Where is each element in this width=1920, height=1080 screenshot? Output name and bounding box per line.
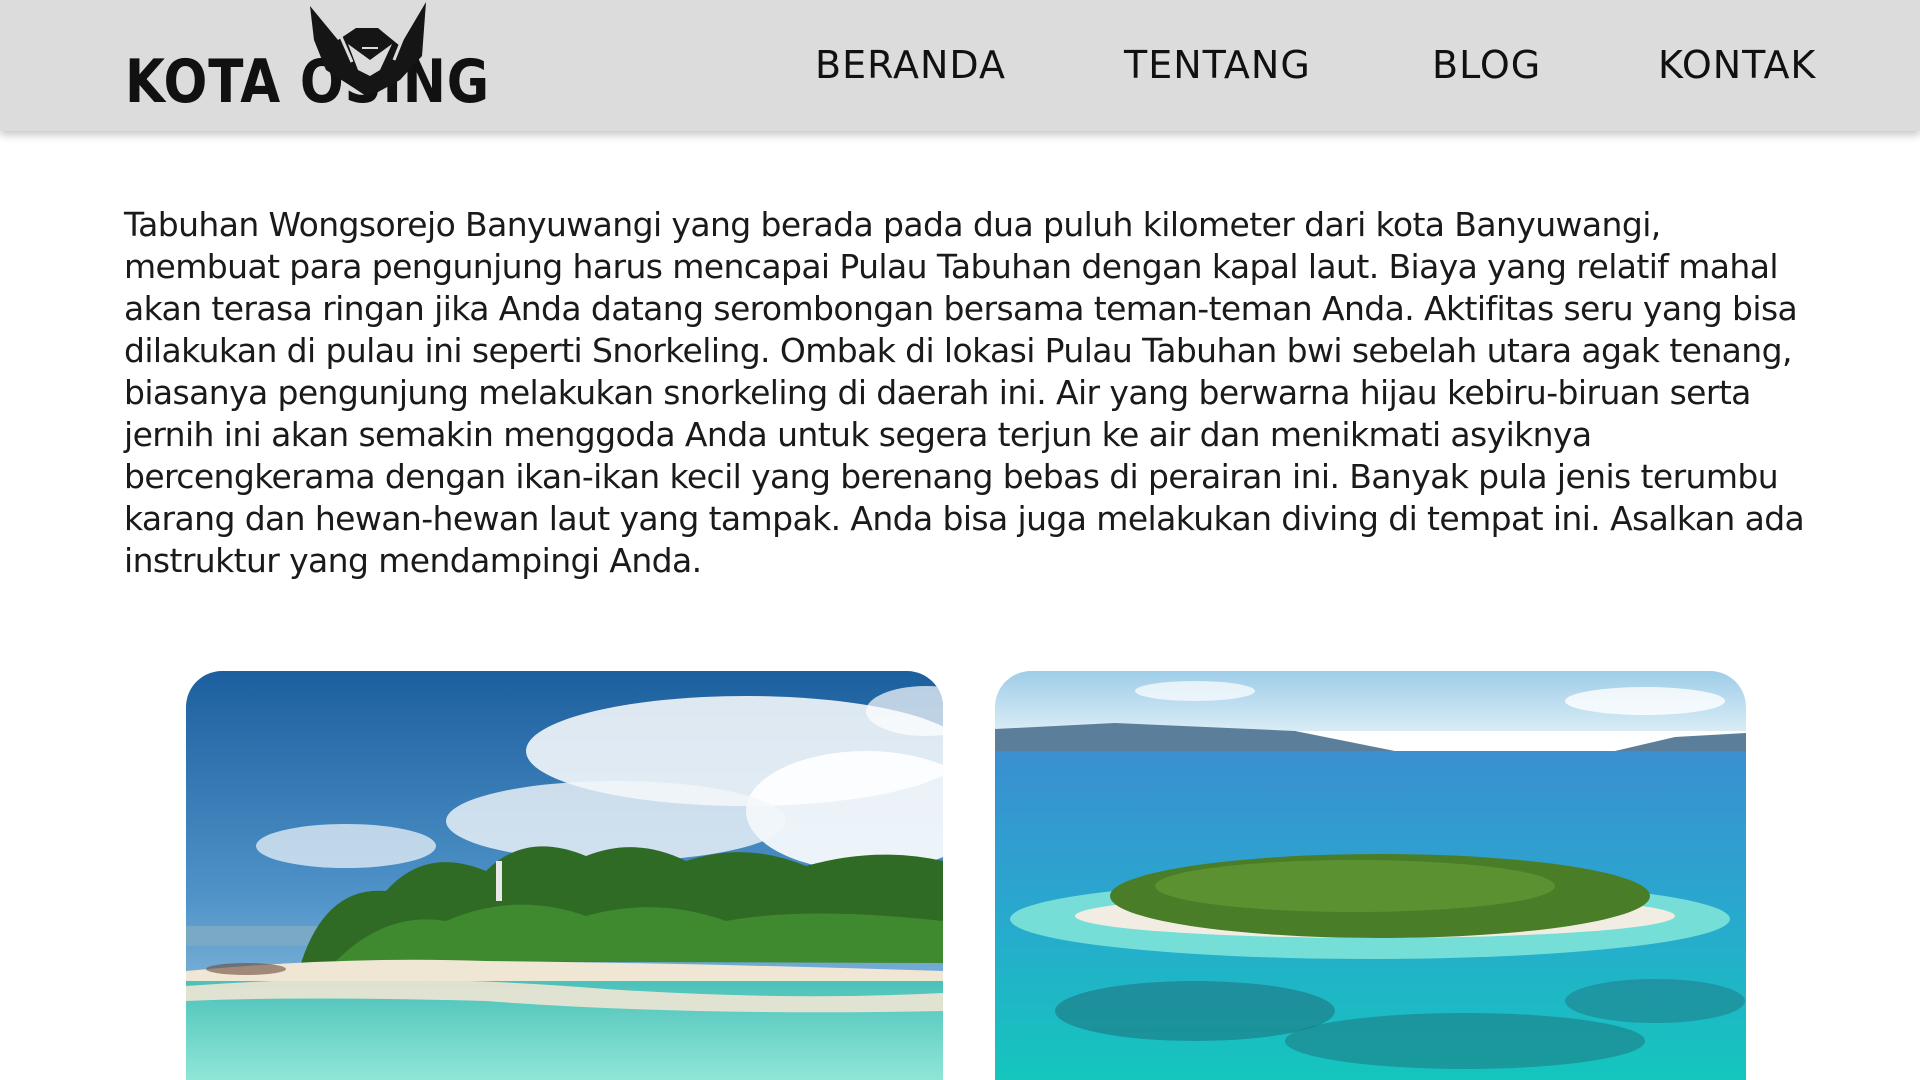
island-aerial-photo: [995, 671, 1746, 1080]
beach-shore-photo: [186, 671, 943, 1080]
site-header: KOTA OSING BERANDA TENTANG BLOG KONTAK: [0, 0, 1920, 131]
nav-link-tentang[interactable]: TENTANG: [1124, 40, 1311, 90]
nav-link-kontak[interactable]: KONTAK: [1658, 40, 1816, 90]
article-body-text: Tabuhan Wongsorejo Banyuwangi yang berad…: [124, 205, 1805, 580]
nav-link-blog[interactable]: BLOG: [1432, 40, 1541, 90]
nav-link-beranda[interactable]: BERANDA: [815, 40, 1006, 90]
main-nav: BERANDA TENTANG BLOG KONTAK: [0, 40, 1920, 90]
